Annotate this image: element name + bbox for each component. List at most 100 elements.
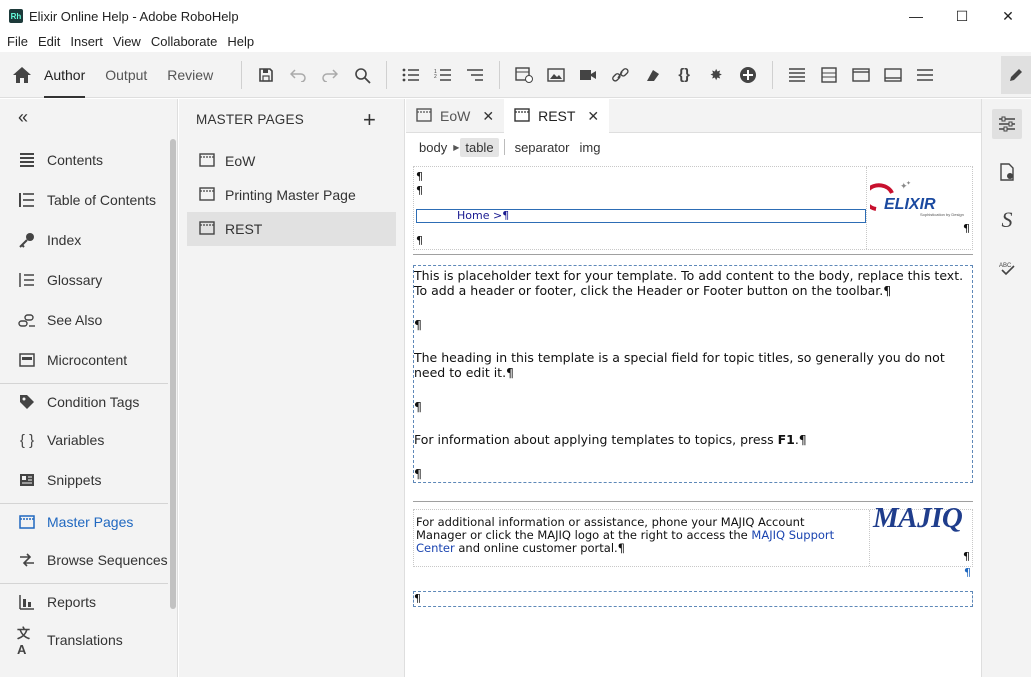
menu-file[interactable]: File	[7, 34, 28, 49]
save-icon[interactable]	[250, 59, 282, 91]
header-table[interactable]: ¶ ¶ Home >¶ ¶ ELIXIR Sophistication by D…	[413, 166, 973, 250]
menu-insert[interactable]: Insert	[70, 34, 103, 49]
nav-snippets[interactable]: Snippets	[0, 462, 168, 498]
crumb-separator[interactable]: separator	[510, 138, 575, 157]
doc-tab-eow[interactable]: EoW ✕	[406, 99, 504, 133]
crumb-divider	[503, 139, 505, 155]
glossary-icon	[17, 270, 37, 290]
nav-see-also[interactable]: See Also	[0, 302, 168, 338]
footer-table[interactable]: For additional information or assistance…	[413, 504, 973, 579]
bulleted-list-icon[interactable]	[395, 59, 427, 91]
styles-icon[interactable]: S	[992, 205, 1022, 235]
main-toolbar: Author Output Review 12 {} ✸	[0, 52, 1031, 98]
majiq-logo[interactable]: MAJIQ	[873, 504, 963, 533]
toolbar-divider	[499, 60, 501, 89]
nav-translations[interactable]: 文A Translations	[0, 622, 168, 658]
section-icon[interactable]	[909, 59, 941, 91]
see-also-icon	[17, 310, 37, 330]
insert-video-icon[interactable]	[572, 59, 604, 91]
nav-variables[interactable]: { } Variables	[0, 422, 168, 458]
layout-icon[interactable]	[877, 59, 909, 91]
insert-table-icon[interactable]	[508, 59, 540, 91]
window-title: Elixir Online Help - Adobe RoboHelp	[29, 8, 239, 24]
elixir-logo[interactable]: ELIXIR Sophistication by Design ✦ ✦	[862, 179, 970, 219]
master-page-item-selected[interactable]: REST	[187, 212, 396, 246]
close-window-button[interactable]: ✕	[985, 0, 1031, 32]
body-paragraph[interactable]: For information about applying templates…	[414, 432, 966, 447]
crumb-body[interactable]: body	[414, 138, 452, 157]
close-tab-icon[interactable]: ✕	[482, 108, 494, 125]
doc-tab-rest[interactable]: REST ✕	[504, 99, 610, 133]
find-replace-icon[interactable]	[346, 59, 378, 91]
clear-format-icon[interactable]	[636, 59, 668, 91]
nav-scrollbar[interactable]	[170, 139, 176, 609]
minimize-button[interactable]: —	[893, 0, 939, 32]
footer-text[interactable]: For additional information or assistance…	[416, 516, 856, 555]
home-breadcrumb-field[interactable]: Home >¶	[416, 209, 866, 223]
pilcrow: ¶	[414, 592, 421, 605]
nav-master-pages[interactable]: Master Pages	[0, 504, 168, 540]
header-icon[interactable]	[781, 59, 813, 91]
master-page-label: REST	[225, 221, 263, 237]
insert-image-icon[interactable]	[540, 59, 572, 91]
redo-icon[interactable]	[314, 59, 346, 91]
pilcrow: ¶	[416, 170, 423, 183]
menu-collaborate[interactable]: Collaborate	[151, 34, 218, 49]
nav-table-of-contents[interactable]: Table of Contents	[0, 182, 168, 218]
nav-index[interactable]: Index	[0, 222, 168, 258]
right-panel-rail: S ABC	[981, 99, 1031, 677]
browse-icon	[17, 550, 37, 570]
nav-microcontent[interactable]: Microcontent	[0, 342, 168, 378]
nav-reports[interactable]: Reports	[0, 584, 168, 620]
footer-icon[interactable]	[813, 59, 845, 91]
body-paragraph[interactable]: ¶	[414, 317, 966, 332]
nav-condition-tags[interactable]: Condition Tags	[0, 384, 168, 420]
crumb-table[interactable]: table	[460, 137, 499, 157]
edit-pencil-icon[interactable]	[1001, 56, 1031, 94]
spell-check-icon[interactable]: ABC	[992, 253, 1022, 283]
menu-edit[interactable]: Edit	[38, 34, 60, 49]
properties-sliders-icon[interactable]	[992, 109, 1022, 139]
home-icon[interactable]	[0, 66, 44, 84]
body-paragraph[interactable]: ¶	[414, 399, 966, 414]
title-bar: Rh Elixir Online Help - Adobe RoboHelp —…	[0, 0, 1031, 32]
close-tab-icon[interactable]: ✕	[587, 108, 599, 125]
master-page-item[interactable]: Printing Master Page	[187, 178, 396, 212]
add-more-icon[interactable]	[732, 59, 764, 91]
master-page-icon	[17, 512, 37, 532]
tab-author[interactable]: Author	[44, 52, 86, 98]
svg-text:✦: ✦	[906, 180, 911, 187]
crumb-img[interactable]: img	[574, 138, 605, 157]
index-icon	[17, 230, 37, 250]
nav-contents[interactable]: Contents	[0, 142, 168, 178]
menu-view[interactable]: View	[113, 34, 141, 49]
tab-review[interactable]: Review	[167, 52, 213, 98]
frame-icon[interactable]	[845, 59, 877, 91]
master-page-item[interactable]: EoW	[187, 144, 396, 178]
footer-logo-cell[interactable]: MAJIQ ¶	[869, 504, 972, 566]
reports-icon	[17, 592, 37, 612]
maximize-button[interactable]: ☐	[939, 0, 985, 32]
tab-output[interactable]: Output	[105, 52, 147, 98]
body-paragraph[interactable]: The heading in this template is a specia…	[414, 350, 966, 380]
menu-help[interactable]: Help	[227, 34, 254, 49]
footer-placeholder[interactable]: ¶	[413, 591, 973, 607]
variable-braces-icon[interactable]: {}	[668, 59, 700, 91]
nav-browse-sequences[interactable]: Browse Sequences	[0, 542, 168, 578]
editor-area: EoW ✕ REST ✕ body ▶ table separator img …	[406, 99, 981, 677]
insert-link-icon[interactable]	[604, 59, 636, 91]
header-logo-cell[interactable]: ELIXIR Sophistication by Design ✦ ✦ ¶	[862, 167, 972, 249]
topic-body-placeholder[interactable]: This is placeholder text for your templa…	[413, 265, 973, 483]
nav-glossary[interactable]: Glossary	[0, 262, 168, 298]
snippet-star-icon[interactable]: ✸	[700, 59, 732, 91]
multilevel-list-icon[interactable]	[459, 59, 491, 91]
undo-icon[interactable]	[282, 59, 314, 91]
numbered-list-icon[interactable]: 12	[427, 59, 459, 91]
collapse-panel-icon[interactable]: «	[18, 107, 28, 128]
body-paragraph[interactable]: ¶	[414, 466, 966, 481]
body-paragraph[interactable]: This is placeholder text for your templa…	[414, 268, 966, 298]
add-master-page-button[interactable]: +	[363, 107, 376, 133]
page-canvas[interactable]: ¶ ¶ Home >¶ ¶ ELIXIR Sophistication by D…	[406, 161, 981, 677]
topic-settings-icon[interactable]	[992, 157, 1022, 187]
body-text: .¶	[794, 432, 807, 447]
